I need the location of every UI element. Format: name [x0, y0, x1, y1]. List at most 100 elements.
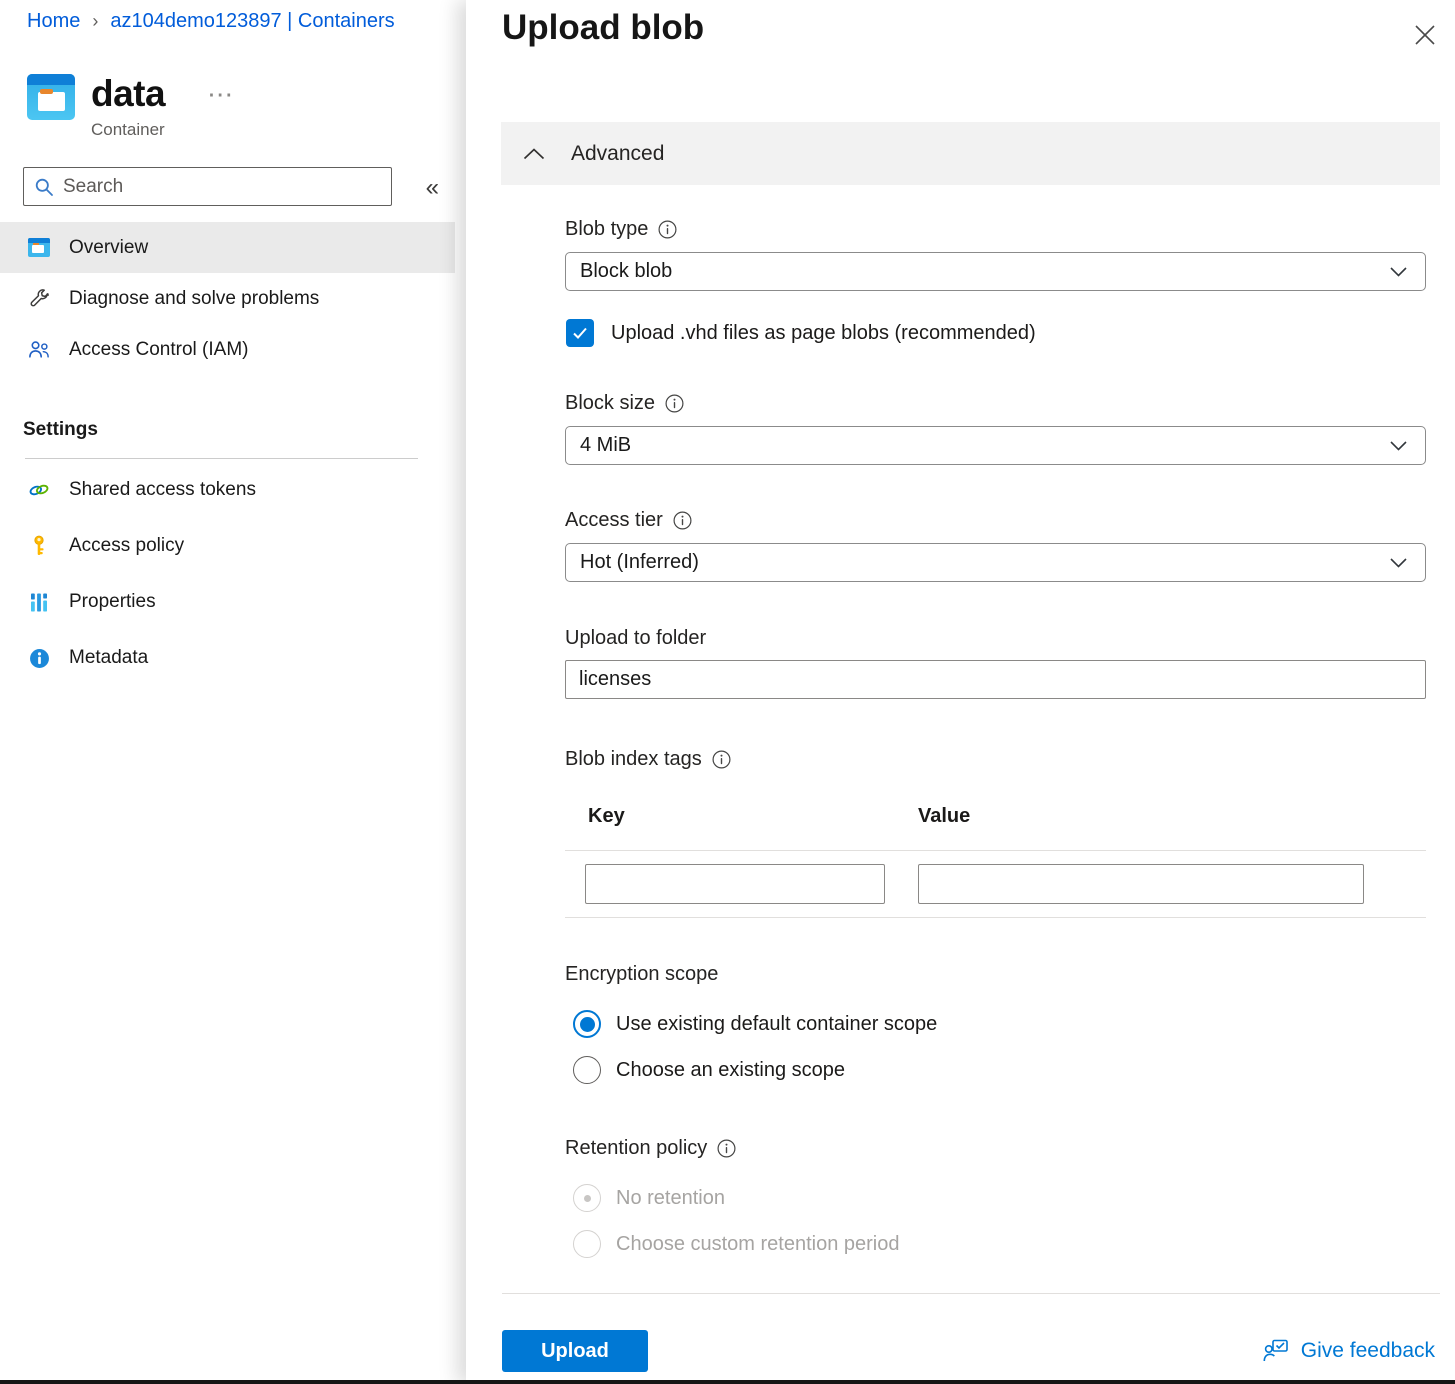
breadcrumb-home-link[interactable]: Home — [27, 10, 80, 32]
blob-type-label: Blob type — [565, 217, 648, 241]
sidebar-item-diagnose[interactable]: Diagnose and solve problems — [0, 273, 455, 324]
give-feedback-label: Give feedback — [1301, 1339, 1435, 1363]
blob-index-tags-label: Blob index tags — [565, 747, 702, 771]
page-header: data ⋯ Container — [27, 74, 235, 140]
breadcrumb: Home › az104demo123897 | Containers — [27, 10, 395, 33]
tags-divider — [565, 850, 1426, 851]
sidebar-search-row: « — [23, 167, 443, 206]
encryption-scope-group: Encryption scope Use existing default co… — [565, 962, 1426, 1084]
info-icon[interactable] — [717, 1139, 736, 1158]
upload-blob-panel: Upload blob Advanced Blob type Block blo… — [466, 0, 1455, 1384]
settings-divider — [25, 458, 418, 459]
search-input[interactable] — [63, 176, 381, 198]
key-icon — [28, 536, 50, 556]
settings-menu: Shared access tokens Access policy — [0, 462, 455, 686]
search-icon — [34, 177, 54, 197]
tag-key-input[interactable] — [585, 864, 885, 904]
sidebar-item-overview[interactable]: Overview — [0, 222, 455, 273]
radio-disabled-selected-icon — [573, 1184, 601, 1212]
sidebar-item-label: Metadata — [69, 647, 148, 669]
sidebar-item-metadata[interactable]: Metadata — [0, 630, 455, 686]
radio-unselected-icon[interactable] — [573, 1056, 601, 1084]
chevron-down-icon — [1390, 441, 1407, 451]
page-title: data — [91, 74, 165, 115]
people-icon — [28, 340, 50, 360]
advanced-label: Advanced — [571, 142, 664, 166]
info-icon[interactable] — [712, 750, 731, 769]
tags-value-header: Value — [918, 805, 970, 828]
footer-divider — [502, 1293, 1440, 1294]
tag-value-input[interactable] — [918, 864, 1364, 904]
sidebar-item-label: Access Control (IAM) — [69, 339, 248, 361]
link-icon — [28, 480, 50, 500]
upload-to-folder-input[interactable] — [565, 660, 1426, 699]
radio-label: No retention — [616, 1187, 725, 1210]
access-tier-label: Access tier — [565, 508, 663, 532]
radio-choose-existing-scope[interactable]: Choose an existing scope — [573, 1056, 1426, 1084]
container-resource-icon — [27, 74, 75, 120]
give-feedback-link[interactable]: Give feedback — [1263, 1339, 1435, 1363]
retention-policy-label: Retention policy — [565, 1136, 707, 1160]
sidebar-item-access-policy[interactable]: Access policy — [0, 518, 455, 574]
retention-policy-group: Retention policy No retention Choose cus… — [565, 1136, 1426, 1258]
block-size-select[interactable]: 4 MiB — [565, 426, 1426, 465]
collapse-sidebar-icon[interactable]: « — [426, 174, 439, 202]
tags-key-header: Key — [588, 805, 918, 828]
sidebar-item-shared-access-tokens[interactable]: Shared access tokens — [0, 462, 455, 518]
radio-label: Choose an existing scope — [616, 1059, 845, 1082]
upload-button[interactable]: Upload — [502, 1330, 648, 1372]
wrench-icon — [28, 289, 50, 309]
block-size-value: 4 MiB — [580, 434, 631, 457]
block-size-label: Block size — [565, 391, 655, 415]
upload-blob-form: Blob type Block blob Upload .vhd files a… — [565, 185, 1426, 1258]
encryption-scope-label: Encryption scope — [565, 962, 718, 986]
vhd-page-blob-checkbox[interactable] — [566, 319, 594, 347]
sidebar-item-label: Access policy — [69, 535, 184, 557]
radio-label: Use existing default container scope — [616, 1013, 937, 1036]
window-bottom-border — [0, 1380, 1455, 1384]
sidebar-item-label: Overview — [69, 237, 148, 259]
sidebar-item-access-control[interactable]: Access Control (IAM) — [0, 324, 455, 375]
info-icon[interactable] — [658, 220, 677, 239]
info-icon[interactable] — [673, 511, 692, 530]
vhd-checkbox-label: Upload .vhd files as page blobs (recomme… — [611, 322, 1036, 345]
sidebar-item-properties[interactable]: Properties — [0, 574, 455, 630]
close-icon[interactable] — [1410, 20, 1440, 50]
breadcrumb-containers-link[interactable]: az104demo123897 | Containers — [110, 10, 394, 32]
more-options-icon[interactable]: ⋯ — [207, 89, 235, 99]
sidebar-item-label: Shared access tokens — [69, 479, 256, 501]
panel-footer: Upload Give feedback — [502, 1330, 1435, 1372]
chevron-down-icon — [1390, 267, 1407, 277]
settings-group-header: Settings — [23, 419, 98, 441]
access-tier-value: Hot (Inferred) — [580, 551, 699, 574]
radio-disabled-icon — [573, 1230, 601, 1258]
advanced-section-header[interactable]: Advanced — [501, 122, 1440, 185]
radio-selected-icon[interactable] — [573, 1010, 601, 1038]
search-box[interactable] — [23, 167, 392, 206]
radio-no-retention: No retention — [573, 1184, 1426, 1212]
sidebar-menu: Overview Diagnose and solve problems Acc… — [0, 222, 455, 375]
panel-title: Upload blob — [502, 8, 704, 48]
blob-type-select[interactable]: Block blob — [565, 252, 1426, 291]
access-tier-select[interactable]: Hot (Inferred) — [565, 543, 1426, 582]
feedback-icon — [1263, 1339, 1290, 1363]
upload-to-folder-label: Upload to folder — [565, 626, 706, 650]
radio-custom-retention: Choose custom retention period — [573, 1230, 1426, 1258]
sliders-icon — [28, 592, 50, 612]
vhd-page-blob-checkbox-row[interactable]: Upload .vhd files as page blobs (recomme… — [565, 319, 1426, 347]
info-icon — [28, 648, 50, 668]
tags-input-row — [565, 864, 1426, 904]
radio-label: Choose custom retention period — [616, 1233, 900, 1256]
radio-use-default-container-scope[interactable]: Use existing default container scope — [573, 1010, 1426, 1038]
page-subtitle: Container — [91, 120, 235, 140]
breadcrumb-separator-icon: › — [92, 11, 98, 31]
check-icon — [572, 326, 588, 340]
chevron-down-icon — [1390, 558, 1407, 568]
tags-table-header: Key Value — [565, 805, 1426, 828]
container-overview-icon — [28, 238, 50, 258]
chevron-up-icon — [523, 148, 545, 160]
sidebar-item-label: Properties — [69, 591, 156, 613]
info-icon[interactable] — [665, 394, 684, 413]
tags-divider — [565, 917, 1426, 918]
sidebar-item-label: Diagnose and solve problems — [69, 288, 319, 310]
